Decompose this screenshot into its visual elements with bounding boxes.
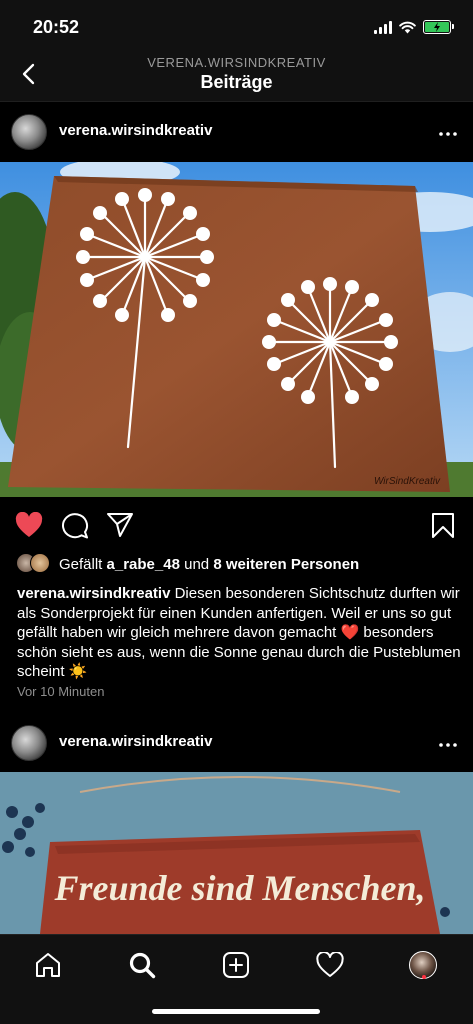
post-actions [0, 500, 473, 550]
bookmark-icon [432, 513, 454, 538]
sun-emoji: ☀️ [68, 663, 88, 680]
sign-photo: Freunde sind Menschen, [0, 772, 473, 934]
comment-icon [62, 513, 88, 539]
activity-icon [316, 952, 344, 977]
status-bar: 20:52 [0, 0, 473, 52]
home-icon [36, 953, 60, 977]
avatar[interactable] [11, 725, 47, 761]
wifi-icon [399, 21, 416, 33]
image-watermark: WirSindKreativ [374, 476, 441, 487]
dandelion-photo: WirSindKreativ [0, 162, 473, 497]
add-icon [223, 952, 249, 978]
post-username[interactable]: verena.wirsindkreativ [59, 733, 212, 750]
battery-icon [423, 20, 454, 34]
likes-others[interactable]: 8 weiteren Personen [213, 556, 359, 573]
save-button[interactable] [431, 512, 455, 544]
post-header-2: verena.wirsindkreativ [0, 713, 473, 771]
tab-new-post[interactable] [216, 945, 256, 985]
search-icon [129, 952, 156, 979]
post-caption: verena.wirsindkreativ Diesen besonderen … [17, 584, 462, 682]
post-username[interactable]: verena.wirsindkreativ [59, 122, 212, 139]
avatar[interactable] [11, 114, 47, 150]
caption-username[interactable]: verena.wirsindkreativ [17, 585, 170, 602]
status-time: 20:52 [33, 17, 80, 37]
nav-header: VERENA.WIRSINDKREATIV Beiträge [0, 52, 473, 102]
heart-emoji: ❤️ [340, 624, 360, 641]
home-indicator [152, 1009, 320, 1014]
likes-text: Gefällt a_rabe_48 und 8 weiteren Persone… [59, 556, 360, 573]
liker-avatars [16, 553, 50, 575]
sign-text: Freunde sind Menschen, [53, 868, 425, 908]
share-icon [107, 513, 133, 537]
comment-button[interactable] [61, 512, 89, 544]
tab-profile[interactable] [403, 945, 443, 985]
like-button[interactable] [15, 511, 43, 543]
post-header: verena.wirsindkreativ [0, 102, 473, 160]
post-image-2[interactable]: Freunde sind Menschen, [0, 772, 473, 934]
page-title: Beiträge [200, 72, 273, 92]
tab-activity[interactable] [310, 945, 350, 985]
status-icons [374, 20, 454, 34]
post-timestamp: Vor 10 Minuten [17, 684, 105, 699]
liker-username[interactable]: a_rabe_48 [107, 556, 180, 573]
likes-row[interactable]: Gefällt a_rabe_48 und 8 weiteren Persone… [0, 552, 473, 578]
more-button[interactable] [439, 731, 457, 752]
notification-dot [422, 975, 426, 979]
cellular-signal-icon [374, 20, 392, 34]
more-icon [439, 743, 457, 747]
tab-bar [0, 934, 473, 1024]
tab-home[interactable] [28, 945, 68, 985]
more-icon [439, 132, 457, 136]
account-name: VERENA.WIRSINDKREATIV [147, 55, 326, 70]
heart-icon [15, 511, 43, 537]
share-button[interactable] [106, 512, 134, 543]
post-image[interactable]: WirSindKreativ [0, 162, 473, 497]
tab-search[interactable] [122, 945, 162, 985]
more-button[interactable] [439, 120, 457, 141]
